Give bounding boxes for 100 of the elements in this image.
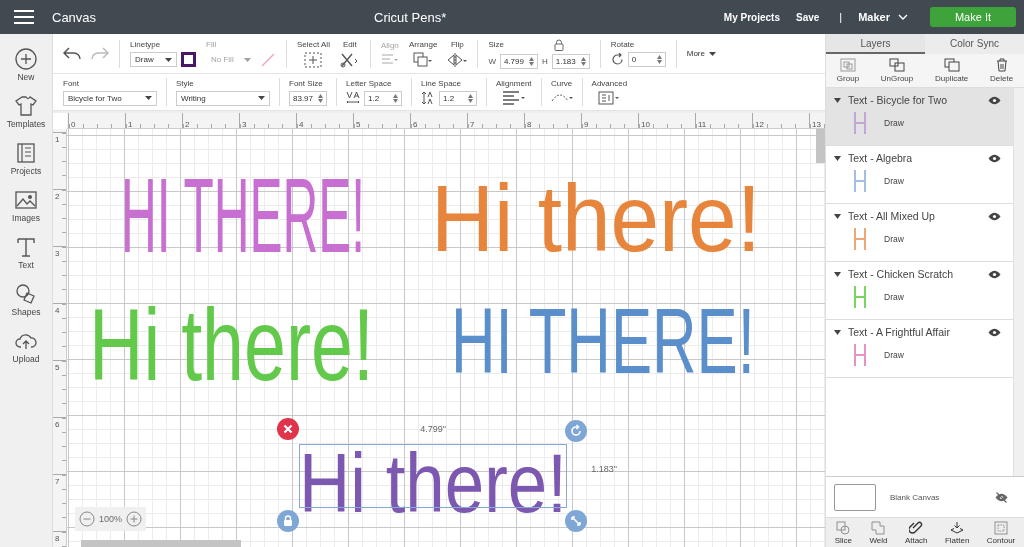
machine-dropdown[interactable]: Maker — [858, 11, 908, 23]
panel-tab[interactable]: Layers — [826, 34, 925, 54]
layer-name: Text - Chicken Scratch — [848, 268, 955, 280]
width-field[interactable]: 4.799 — [499, 53, 538, 69]
select-all-label: Select All — [297, 39, 330, 49]
layer-operation: Draw — [884, 234, 904, 244]
top-link[interactable]: Save — [796, 11, 820, 23]
collapse-caret-icon[interactable] — [834, 213, 841, 219]
layer-action-button[interactable]: Delete — [990, 58, 1014, 83]
layers-scrollbar[interactable] — [1013, 88, 1024, 476]
eye-icon[interactable] — [988, 211, 1001, 221]
more-button[interactable]: More — [686, 49, 716, 58]
layer-item[interactable]: Text - Bicycle for Two Draw — [826, 88, 1013, 146]
canvas-text[interactable]: Hi there! — [299, 441, 567, 526]
eye-icon[interactable] — [988, 153, 1001, 163]
sidebar-item[interactable]: Templates — [6, 95, 46, 129]
layer-action-button[interactable]: UnGroup — [880, 58, 914, 83]
spinner-icon — [393, 93, 398, 103]
spinner-icon — [318, 93, 323, 103]
advanced-label: Advanced — [591, 79, 628, 88]
hidden-eye-icon[interactable] — [995, 491, 1008, 503]
caret-icon — [165, 57, 172, 62]
rotate-field[interactable]: 0 — [627, 52, 666, 67]
flip-icon[interactable] — [447, 51, 468, 68]
ruler-number: 5 — [355, 120, 361, 128]
height-field[interactable]: 1.183 — [551, 53, 590, 69]
rotate-handle-icon[interactable] — [565, 420, 587, 442]
font-label: Font — [63, 78, 80, 88]
chevron-icon — [898, 14, 908, 20]
ruler-number: 4 — [298, 120, 304, 128]
fill-label: Fill — [206, 39, 218, 49]
collapse-caret-icon[interactable] — [834, 97, 841, 103]
ruler-number: 8 — [54, 535, 60, 543]
style-label: Style — [176, 78, 195, 88]
menu-icon[interactable] — [14, 10, 34, 24]
panel-tab[interactable]: Color Sync — [925, 34, 1024, 54]
eye-icon[interactable] — [988, 327, 1001, 337]
ruler-number: 2 — [184, 120, 190, 128]
spinner-icon — [528, 56, 534, 66]
arrange-icon[interactable] — [413, 51, 434, 68]
sidebar-item[interactable]: Text — [15, 236, 37, 270]
top-link[interactable]: My Projects — [723, 11, 780, 23]
font-select[interactable]: Bicycle for Two — [63, 90, 157, 106]
ruler-number: 6 — [412, 120, 418, 128]
resize-handle-icon[interactable] — [565, 510, 587, 532]
ruler-number: 6 — [54, 421, 60, 429]
tool-button[interactable]: Flatten — [944, 520, 970, 545]
letter-space-icon — [346, 91, 360, 105]
collapse-caret-icon[interactable] — [834, 271, 841, 277]
line-color-swatch[interactable] — [181, 52, 196, 67]
book-icon — [15, 142, 37, 164]
paperclip-icon — [909, 520, 924, 535]
slice-icon — [836, 520, 851, 535]
layer-action-button[interactable]: Duplicate — [934, 58, 969, 83]
rotate-label: Rotate — [610, 40, 636, 49]
delete-handle-icon[interactable] — [277, 418, 299, 440]
spinner-icon — [656, 55, 662, 64]
separator-text: | — [839, 11, 843, 23]
style-select[interactable]: Writing — [176, 90, 270, 106]
ruler-number: 5 — [54, 364, 60, 372]
lock-icon[interactable] — [553, 38, 564, 51]
font-size-field[interactable]: 83.97 — [289, 90, 327, 106]
sidebar-item[interactable]: Shapes — [11, 283, 41, 317]
font-size-label: Font Size — [289, 78, 324, 88]
group-icon — [839, 58, 856, 72]
letter-space-field[interactable]: 1.2 — [364, 90, 402, 106]
eye-icon[interactable] — [988, 95, 1001, 105]
duplicate-icon — [943, 58, 960, 72]
sidebar-item[interactable]: New — [15, 48, 37, 82]
scissors-pen-icon[interactable] — [339, 51, 360, 68]
ruler-number: 7 — [54, 478, 60, 486]
lock-handle-icon[interactable] — [277, 510, 299, 532]
flatten-icon — [950, 520, 965, 535]
ruler-number: 8 — [526, 120, 532, 128]
collapse-caret-icon[interactable] — [834, 329, 841, 335]
contour-icon — [994, 520, 1008, 535]
sidebar-item[interactable]: Images — [12, 189, 40, 223]
horizontal-scrollbar[interactable] — [81, 540, 241, 547]
trash-icon — [994, 58, 1009, 72]
ruler-number: 1 — [127, 120, 133, 128]
vertical-scrollbar[interactable] — [816, 129, 825, 163]
size-label: Size — [488, 40, 504, 49]
blank-canvas-label: Blank Canvas — [890, 492, 941, 502]
linetype-label: Linetype — [130, 40, 162, 49]
sidebar-item[interactable]: Upload — [12, 330, 40, 364]
collapse-caret-icon[interactable] — [834, 155, 841, 161]
align-label: Align — [381, 40, 399, 50]
ruler-number: 12 — [754, 120, 764, 128]
tool-button[interactable]: Attach — [904, 520, 928, 545]
eye-icon[interactable] — [988, 269, 1001, 279]
ruler-number: 7 — [469, 120, 475, 128]
linetype-select[interactable]: Draw — [130, 52, 177, 67]
ruler-number: 11 — [697, 120, 707, 128]
text-align-icon[interactable] — [501, 91, 526, 105]
line-space-field[interactable]: 1.2 — [439, 90, 477, 106]
blank-canvas-swatch[interactable] — [834, 483, 876, 511]
caret-icon — [708, 51, 716, 56]
sidebar-item[interactable]: Projects — [10, 142, 42, 176]
undo-icon[interactable] — [63, 46, 81, 61]
no-fill-icon — [260, 51, 276, 68]
